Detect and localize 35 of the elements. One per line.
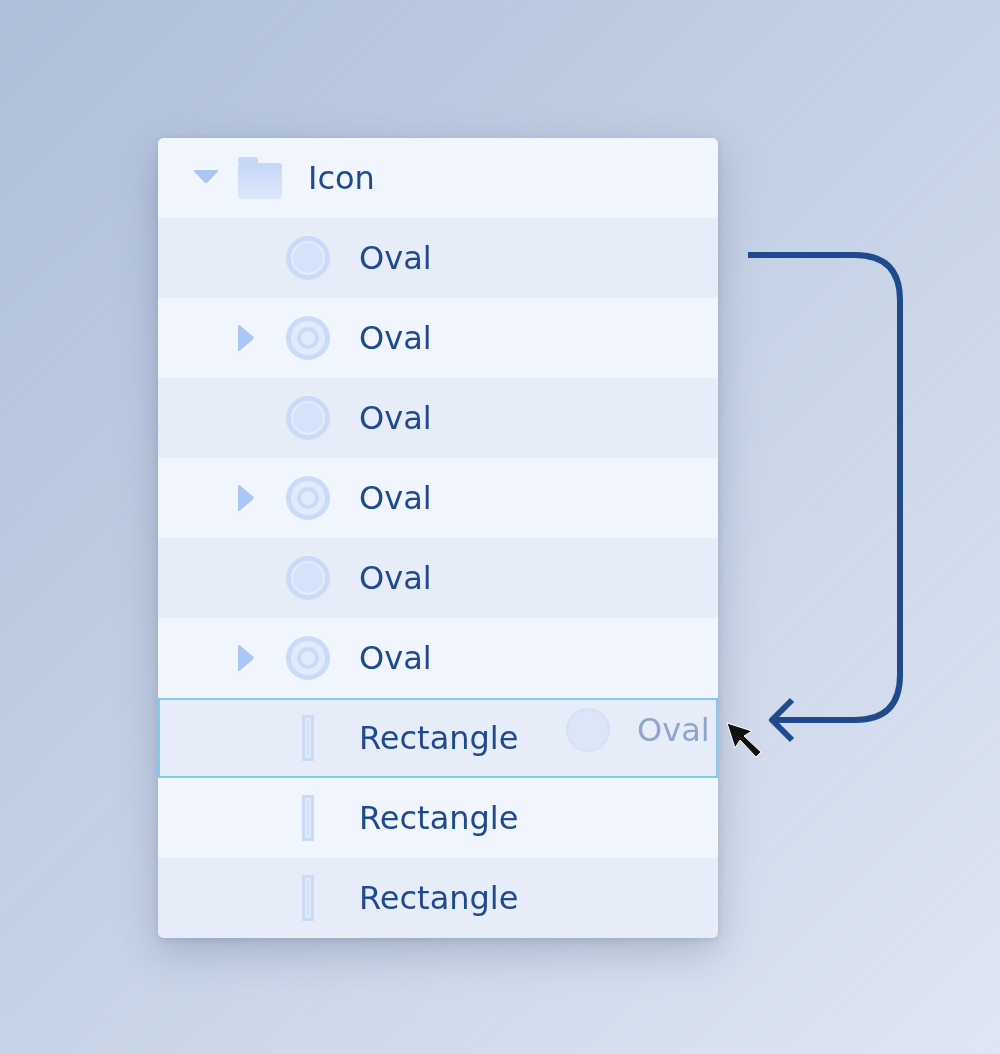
- disclosure-triangle-icon[interactable]: [193, 168, 219, 184]
- rectangle-icon: [302, 875, 314, 921]
- oval-icon: [286, 396, 330, 440]
- layer-row[interactable]: Icon: [158, 138, 718, 218]
- layer-row[interactable]: Rectangle: [158, 778, 718, 858]
- disclosure-triangle-icon[interactable]: [238, 484, 254, 512]
- concentric-circles-icon: [286, 636, 330, 680]
- layer-name: Rectangle: [359, 718, 519, 758]
- layer-row[interactable]: Oval: [158, 538, 718, 618]
- layer-row[interactable]: Oval: [158, 298, 718, 378]
- oval-icon: [286, 556, 330, 600]
- layer-name: Icon: [308, 158, 375, 198]
- rectangle-icon: [302, 795, 314, 841]
- drag-preview-label: Oval: [637, 710, 710, 750]
- layer-name: Oval: [359, 558, 432, 598]
- disclosure-triangle-icon[interactable]: [238, 324, 254, 352]
- concentric-circles-icon: [286, 316, 330, 360]
- concentric-circles-icon: [286, 476, 330, 520]
- oval-icon: [286, 236, 330, 280]
- layer-name: Oval: [359, 398, 432, 438]
- layer-row[interactable]: Rectangle: [158, 858, 718, 938]
- disclosure-triangle-icon[interactable]: [238, 644, 254, 672]
- rectangle-icon: [302, 715, 314, 761]
- layer-name: Oval: [359, 478, 432, 518]
- layer-name: Oval: [359, 638, 432, 678]
- layer-name: Oval: [359, 238, 432, 278]
- layer-name: Rectangle: [359, 798, 519, 838]
- layer-name: Oval: [359, 318, 432, 358]
- layer-row[interactable]: Oval: [158, 618, 718, 698]
- layer-row[interactable]: Oval: [158, 218, 718, 298]
- layer-row[interactable]: Oval: [158, 458, 718, 538]
- layer-row[interactable]: Oval: [158, 378, 718, 458]
- layer-name: Rectangle: [359, 878, 519, 918]
- cursor-arrow-icon: [726, 722, 762, 758]
- folder-icon: [238, 157, 282, 199]
